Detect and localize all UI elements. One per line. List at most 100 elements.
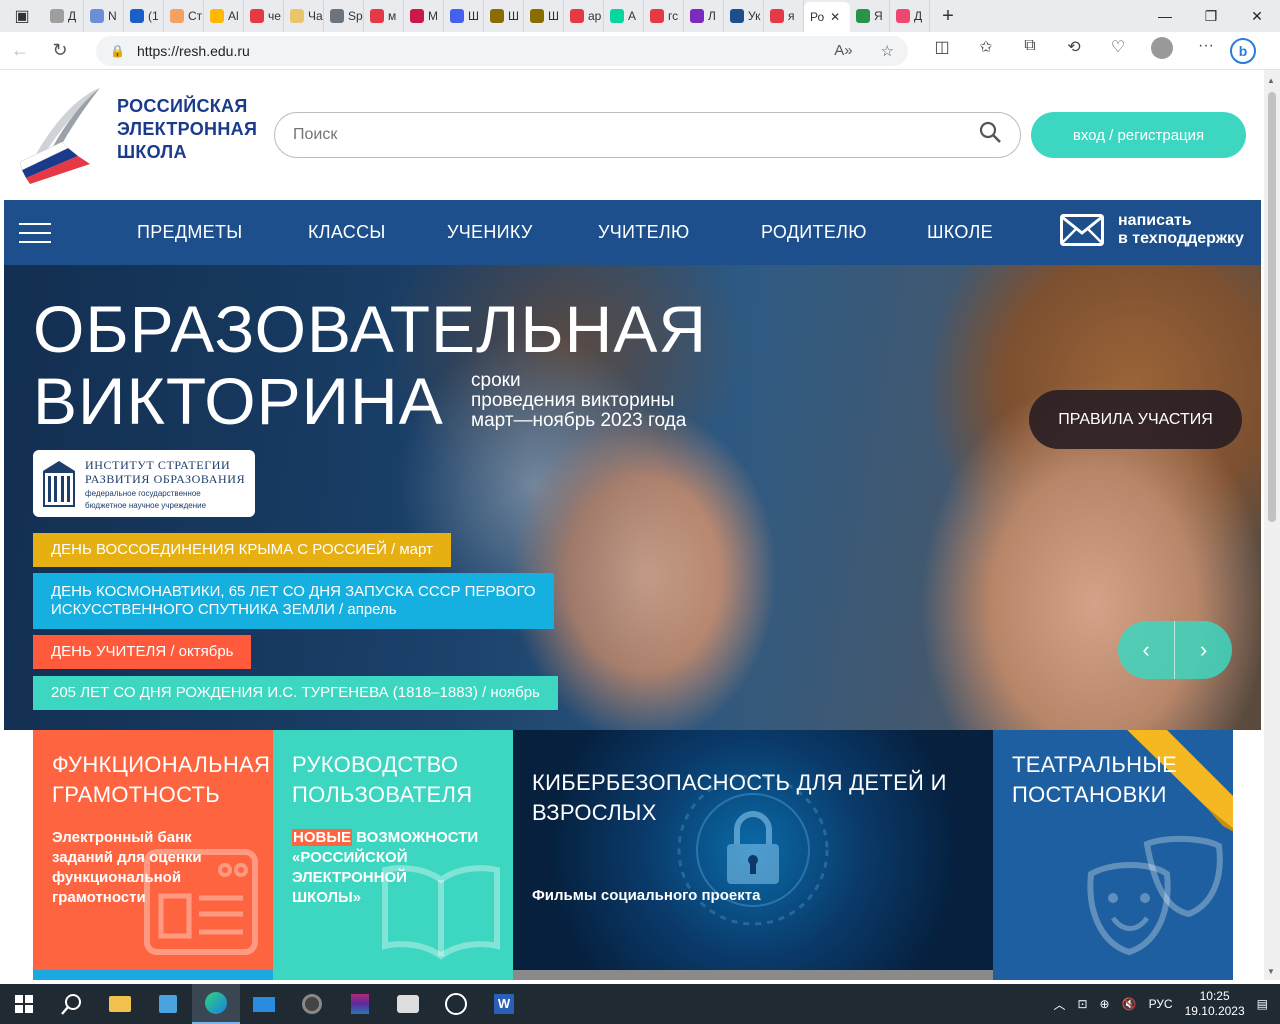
- tile-user-guide[interactable]: РУКОВОДСТВО ПОЛЬЗОВАТЕЛЯ НОВЫЕ ВОЗМОЖНОС…: [273, 730, 513, 980]
- media-player-icon[interactable]: [432, 984, 480, 1024]
- url-field[interactable]: 🔒 https://resh.edu.ru A» ☆: [96, 35, 908, 66]
- winrar-icon[interactable]: [336, 984, 384, 1024]
- scroll-up-icon[interactable]: ▲: [1267, 76, 1275, 85]
- nav-parent[interactable]: РОДИТЕЛЮ: [761, 222, 867, 243]
- browser-tab[interactable]: че: [244, 0, 284, 32]
- nav-classes[interactable]: КЛАССЫ: [308, 222, 386, 243]
- tab-label: M: [428, 9, 438, 23]
- mail-app-icon[interactable]: [240, 984, 288, 1024]
- performance-icon[interactable]: ♡: [1100, 37, 1136, 64]
- page-scrollbar[interactable]: ▲ ▼: [1264, 70, 1280, 980]
- nav-subjects[interactable]: ПРЕДМЕТЫ: [137, 222, 242, 243]
- close-window-icon[interactable]: ✕: [1234, 0, 1280, 32]
- institute-badge[interactable]: ИНСТИТУТ СТРАТЕГИИ РАЗВИТИЯ ОБРАЗОВАНИЯ …: [33, 450, 255, 517]
- browser-tab[interactable]: гс: [644, 0, 684, 32]
- browser-tab[interactable]: Sp: [324, 0, 364, 32]
- logo-icon[interactable]: [18, 86, 106, 184]
- tile-functional-literacy[interactable]: ФУНКЦИОНАЛЬНАЯ ГРАМОТНОСТЬ Электронный б…: [33, 730, 273, 980]
- browser-tab[interactable]: Ш: [524, 0, 564, 32]
- scroll-down-icon[interactable]: ▼: [1267, 967, 1275, 976]
- prev-slide-button[interactable]: ‹: [1118, 621, 1175, 679]
- tab-favicon-icon: [330, 9, 344, 23]
- tab-favicon-icon: [50, 9, 64, 23]
- store-icon[interactable]: [144, 984, 192, 1024]
- restore-icon[interactable]: ❐: [1188, 0, 1234, 32]
- quiz-tag-cosmonautics[interactable]: ДЕНЬ КОСМОНАВТИКИ, 65 ЛЕТ СО ДНЯ ЗАПУСКА…: [33, 573, 554, 629]
- browser-tab[interactable]: Л: [684, 0, 724, 32]
- browser-tab[interactable]: Д: [890, 0, 930, 32]
- next-slide-button[interactable]: ›: [1175, 621, 1232, 679]
- quiz-tag-teacher-day[interactable]: ДЕНЬ УЧИТЕЛЯ / октябрь: [33, 635, 252, 669]
- read-aloud-icon[interactable]: A»: [834, 42, 852, 59]
- nav-student[interactable]: УЧЕНИКУ: [447, 222, 533, 243]
- globe-icon[interactable]: ⊕: [1100, 997, 1110, 1011]
- rules-button[interactable]: ПРАВИЛА УЧАСТИЯ: [1029, 390, 1242, 449]
- theater-masks-icon: [1087, 835, 1223, 956]
- tab-active[interactable]: Ро ✕: [804, 2, 850, 32]
- history-icon[interactable]: ⟲: [1056, 37, 1092, 64]
- lock-icon[interactable]: 🔒: [110, 44, 125, 58]
- collections-icon[interactable]: ⧉: [1012, 37, 1048, 64]
- menu-icon[interactable]: [19, 221, 51, 245]
- tile-text: Электронный банк заданий для оценки функ…: [52, 829, 202, 906]
- file-explorer-icon[interactable]: [96, 984, 144, 1024]
- tab-actions-icon[interactable]: ▣: [0, 0, 44, 32]
- camera-app-icon[interactable]: [288, 984, 336, 1024]
- quiz-tag-crimea[interactable]: ДЕНЬ ВОССОЕДИНЕНИЯ КРЫМА С РОССИЕЙ / мар…: [33, 533, 451, 567]
- new-tab-button[interactable]: +: [930, 5, 966, 28]
- media-app-icon[interactable]: [384, 984, 432, 1024]
- browser-tab[interactable]: N: [84, 0, 124, 32]
- notifications-icon[interactable]: ▤: [1257, 997, 1268, 1011]
- word-icon[interactable]: W: [480, 984, 528, 1024]
- back-icon[interactable]: ←: [0, 40, 40, 61]
- tile-theater[interactable]: ТЕАТРАЛЬНЫЕ ПОСТАНОВКИ: [993, 730, 1233, 980]
- tab-label: Sp: [348, 9, 363, 23]
- browser-tab[interactable]: А: [604, 0, 644, 32]
- volume-muted-icon[interactable]: 🔇: [1122, 997, 1137, 1011]
- browser-tab[interactable]: M: [404, 0, 444, 32]
- browser-tab[interactable]: (1: [124, 0, 164, 32]
- profile-avatar[interactable]: [1144, 37, 1180, 64]
- browser-tab[interactable]: Ст: [164, 0, 204, 32]
- more-menu-icon[interactable]: ···: [1188, 37, 1224, 64]
- reload-icon[interactable]: ↻: [40, 40, 80, 61]
- tab-favicon-icon: [856, 9, 870, 23]
- nav-school[interactable]: ШКОЛЕ: [927, 222, 993, 243]
- support-link[interactable]: написать в техподдержку: [1060, 212, 1244, 248]
- bing-copilot-icon[interactable]: b: [1230, 37, 1256, 64]
- browser-tab[interactable]: Д: [44, 0, 84, 32]
- favorite-star-icon[interactable]: ☆: [881, 42, 894, 60]
- search-taskbar-icon[interactable]: [48, 984, 96, 1024]
- login-register-button[interactable]: вход / регистрация: [1031, 112, 1246, 158]
- browser-tab[interactable]: м: [364, 0, 404, 32]
- hero-banner[interactable]: ОБРАЗОВАТЕЛЬНАЯ ВИКТОРИНА сроки проведен…: [4, 265, 1261, 730]
- search-input[interactable]: [293, 126, 978, 144]
- browser-tab[interactable]: Ча: [284, 0, 324, 32]
- tile-cybersecurity[interactable]: КИБЕРБЕЗОПАСНОСТЬ ДЛЯ ДЕТЕЙ И ВЗРОСЛЫХ Ф…: [513, 730, 993, 980]
- tab-favicon-icon: [730, 9, 744, 23]
- clock[interactable]: 10:25 19.10.2023: [1185, 989, 1245, 1019]
- browser-tab[interactable]: Ш: [484, 0, 524, 32]
- network-icon[interactable]: ⊡: [1077, 997, 1087, 1011]
- minimize-icon[interactable]: —: [1142, 0, 1188, 32]
- search-icon[interactable]: [978, 120, 1002, 150]
- browser-tab[interactable]: Ш: [444, 0, 484, 32]
- logo-title[interactable]: РОССИЙСКАЯ ЭЛЕКТРОННАЯ ШКОЛА: [117, 95, 257, 164]
- start-icon[interactable]: [0, 984, 48, 1024]
- tab-label: Ш: [468, 9, 479, 23]
- favorites-icon[interactable]: ✩: [968, 37, 1004, 64]
- close-tab-icon[interactable]: ✕: [830, 10, 840, 24]
- browser-tab[interactable]: Я: [850, 0, 890, 32]
- browser-tab[interactable]: Al: [204, 0, 244, 32]
- quiz-tag-turgenev[interactable]: 205 ЛЕТ СО ДНЯ РОЖДЕНИЯ И.С. ТУРГЕНЕВА (…: [33, 676, 558, 710]
- language-indicator[interactable]: РУС: [1149, 997, 1173, 1011]
- browser-tab[interactable]: ар: [564, 0, 604, 32]
- edge-icon[interactable]: [192, 984, 240, 1024]
- split-screen-icon[interactable]: ◫: [924, 37, 960, 64]
- browser-tab[interactable]: Ук: [724, 0, 764, 32]
- tray-chevron-icon[interactable]: ︿: [1053, 996, 1065, 1013]
- scroll-thumb[interactable]: [1268, 92, 1276, 522]
- tab-favicon-icon: [450, 9, 464, 23]
- browser-tab[interactable]: я: [764, 0, 804, 32]
- nav-teacher[interactable]: УЧИТЕЛЮ: [598, 222, 689, 243]
